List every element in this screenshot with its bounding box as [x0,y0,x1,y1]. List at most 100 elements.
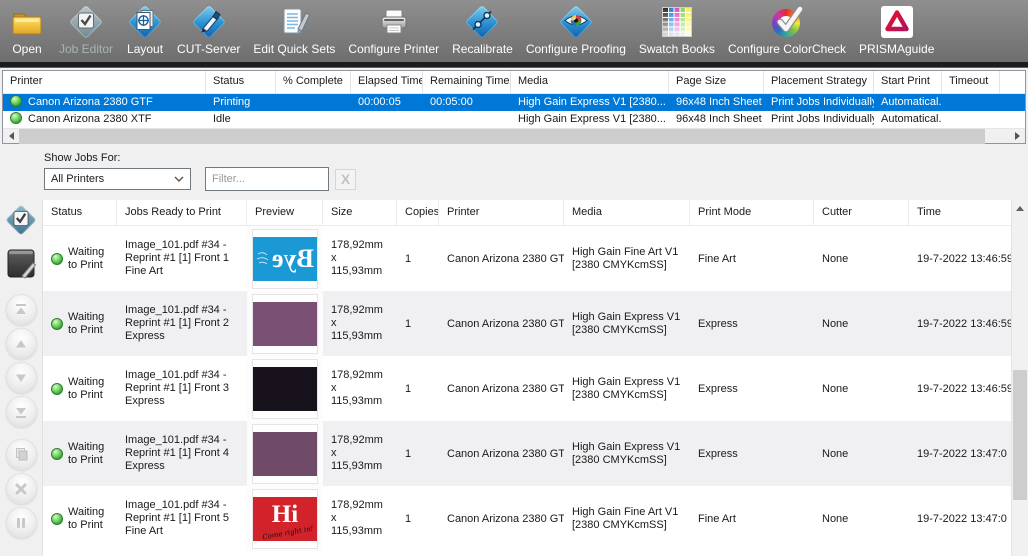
job-status-green-icon [51,318,63,330]
toolbar-configure-proofing-button[interactable]: Configure Proofing [526,3,626,56]
filter-input[interactable] [205,167,329,191]
printer-status-green-icon [10,112,22,124]
printer-start-print: Automatical... [874,111,942,128]
printer-timeout [942,111,1000,128]
column-header-cutter[interactable]: Cutter [814,200,909,225]
configure-printer-icon [375,3,413,41]
column-header-size[interactable]: Size [323,200,397,225]
column-header-jobs-ready[interactable]: Jobs Ready to Print [117,200,247,225]
toolbar-label: Job Editor [59,42,113,56]
job-status: Waiting to Print [68,441,109,467]
printer-media: High Gain Express V1 [2380... [511,94,669,111]
job-cutter: None [814,421,909,486]
column-header-placement[interactable]: Placement Strategy [764,71,874,94]
job-preview-thumbnail[interactable] [253,425,317,483]
job-row[interactable]: Waiting to Print Image_101.pdf #34 - Rep… [43,226,1028,291]
hscrollbar-thumb[interactable] [19,129,985,144]
job-copies: 1 [397,486,439,551]
job-print-mode: Fine Art [690,486,814,551]
toolbar-configure-printer-button[interactable]: Configure Printer [348,3,439,56]
printer-name: Canon Arizona 2380 XTF [28,113,152,125]
printer-table-header: Printer Status % Complete Elapsed Time R… [3,71,1025,94]
toolbar-recalibrate-button[interactable]: Recalibrate [452,3,513,56]
toolbar-divider [0,62,1028,68]
job-editor-diamond-icon[interactable] [3,202,39,238]
job-status-green-icon [51,383,63,395]
column-header-remaining[interactable]: Remaining Time [423,71,511,94]
job-preview-thumbnail[interactable]: Bye [253,230,317,288]
toolbar-configure-colorcheck-button[interactable]: Configure ColorCheck [728,3,846,56]
job-cutter: None [814,356,909,421]
job-status-green-icon [51,448,63,460]
printer-status: Idle [206,111,276,128]
column-header-print-mode[interactable]: Print Mode [690,200,814,225]
printer-row[interactable]: Canon Arizona 2380 GTF Printing 00:00:05… [3,94,1025,111]
hold-job-icon [6,507,37,538]
toolbar-label: Swatch Books [639,42,715,56]
column-header-complete[interactable]: % Complete [276,71,351,94]
job-size: 178,92mm x 115,93mm [323,226,397,291]
column-header-timeout[interactable]: Timeout [942,71,1000,94]
vscrollbar-thumb[interactable] [1013,370,1027,500]
printer-row[interactable]: Canon Arizona 2380 XTF Idle High Gain Ex… [3,111,1025,128]
scroll-right-arrow-icon[interactable] [1009,129,1025,144]
column-header-preview[interactable]: Preview [247,200,323,225]
scroll-up-arrow-icon[interactable] [1012,200,1028,217]
printer-select-dropdown[interactable]: All Printers [44,168,191,190]
chevron-down-icon [174,176,184,183]
job-row[interactable]: Waiting to Print Image_101.pdf #34 - Rep… [43,421,1028,486]
printer-table-hscrollbar[interactable] [3,128,1025,143]
job-print-mode: Fine Art [690,226,814,291]
job-size: 178,92mm x 115,93mm [323,421,397,486]
job-status: Waiting to Print [68,246,109,272]
toolbar-label: Edit Quick Sets [253,42,335,56]
toolbar-edit-quick-sets-button[interactable]: Edit Quick Sets [253,3,335,56]
column-header-copies[interactable]: Copies [397,200,439,225]
job-copies: 1 [397,291,439,356]
toolbar-cut-server-button[interactable]: CUT-Server [177,3,240,56]
swatch-books-icon [658,3,696,41]
delete-job-icon [6,473,37,504]
job-cutter: None [814,486,909,551]
printer-elapsed [351,111,423,128]
job-name: Image_101.pdf #34 - Reprint #1 [1] Front… [117,356,247,421]
job-name: Image_101.pdf #34 - Reprint #1 [1] Front… [117,226,247,291]
toolbar-open-button[interactable]: Open [8,3,46,56]
job-row[interactable]: Waiting to Print Image_101.pdf #34 - Rep… [43,291,1028,356]
jobs-table-header: Status Jobs Ready to Print Preview Size … [43,200,1028,226]
printer-remaining [423,111,511,128]
job-row[interactable]: Waiting to Print Image_101.pdf #34 - Rep… [43,486,1028,551]
toolbar-label: Recalibrate [452,42,513,56]
job-media: High Gain Express V1 [2380 CMYKcmSS] [564,291,690,356]
toolbar-label: PRISMAguide [859,42,934,56]
handwriting-decoration [256,250,270,268]
column-header-printer[interactable]: Printer [3,71,206,94]
column-header-page-size[interactable]: Page Size [669,71,764,94]
column-header-start-print[interactable]: Start Print [874,71,942,94]
job-size: 178,92mm x 115,93mm [323,291,397,356]
edit-job-book-icon[interactable] [3,246,39,282]
job-copies: 1 [397,421,439,486]
job-cutter: None [814,226,909,291]
jobs-table-vscrollbar[interactable] [1011,200,1028,556]
column-header-printer[interactable]: Printer [439,200,564,225]
job-preview-thumbnail[interactable] [253,295,317,353]
column-header-media[interactable]: Media [564,200,690,225]
toolbar-prismaguide-button[interactable]: PRISMAguide [859,3,934,56]
column-header-status[interactable]: Status [206,71,276,94]
toolbar-label: Layout [127,42,163,56]
job-row[interactable]: Waiting to Print Image_101.pdf #34 - Rep… [43,356,1028,421]
column-header-media[interactable]: Media [511,71,669,94]
column-header-status[interactable]: Status [43,200,117,225]
job-preview-thumbnail[interactable]: Hi Come right in! [253,490,317,548]
scroll-left-arrow-icon[interactable] [3,129,19,144]
toolbar-layout-button[interactable]: Layout [126,3,164,56]
jobs-area: Status Jobs Ready to Print Preview Size … [0,200,1028,556]
clear-filter-button: X [335,169,356,190]
configure-colorcheck-icon [768,3,806,41]
toolbar-swatch-books-button[interactable]: Swatch Books [639,3,715,56]
printer-media: High Gain Express V1 [2380... [511,111,669,128]
job-preview-thumbnail[interactable] [253,360,317,418]
toolbar-label: Configure ColorCheck [728,42,846,56]
column-header-elapsed[interactable]: Elapsed Time [351,71,423,94]
